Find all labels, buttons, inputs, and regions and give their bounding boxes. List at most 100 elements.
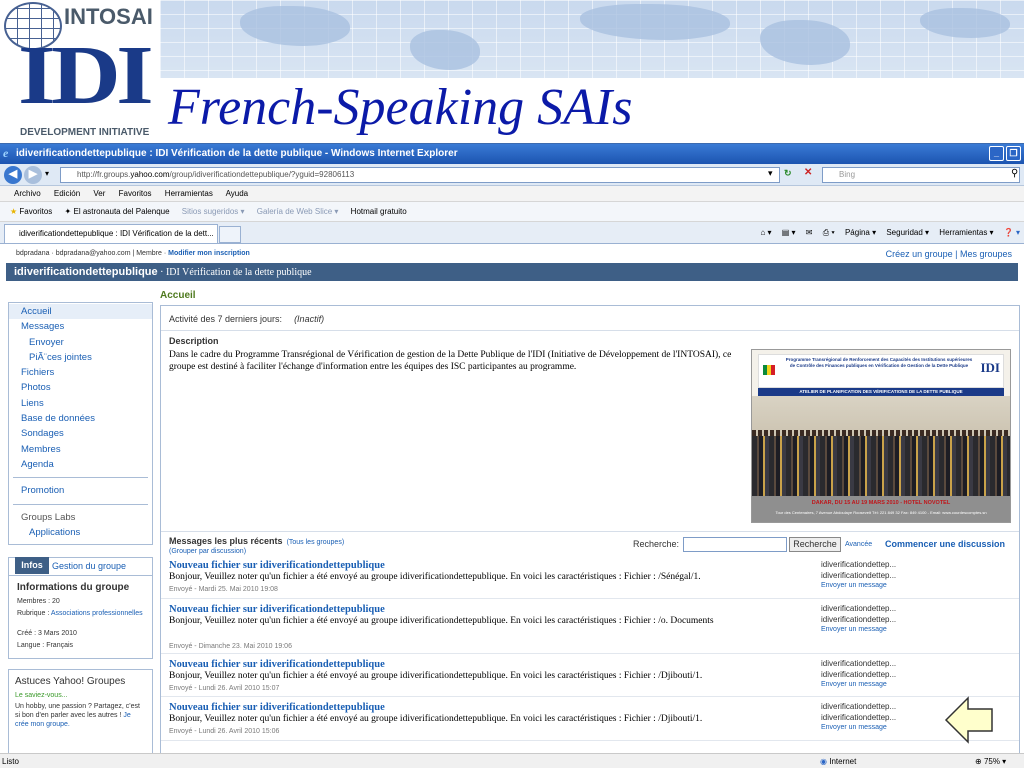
message-title[interactable]: Nouveau fichier sur idiverificationdette… bbox=[169, 659, 385, 670]
tab-gestion[interactable]: Gestion du groupe bbox=[52, 561, 126, 571]
cmd-page[interactable]: Página ▾ bbox=[845, 228, 876, 237]
senegal-flag-icon bbox=[763, 365, 775, 375]
rubrique-link[interactable]: Associations professionnelles bbox=[51, 610, 143, 617]
menu-bar: Archivo Edición Ver Favoritos Herramient… bbox=[0, 186, 1024, 202]
advanced-search-link[interactable]: Avancée bbox=[845, 541, 872, 548]
sidebar-item-applications[interactable]: Applications bbox=[9, 525, 152, 540]
message-title[interactable]: Nouveau fichier sur idiverificationdette… bbox=[169, 560, 385, 571]
sidebar-item-membres[interactable]: Membres bbox=[9, 442, 152, 457]
window-titlebar: e idiverificationdettepublique : IDI Vér… bbox=[0, 144, 1024, 164]
help-icon[interactable]: ❓ ▾ bbox=[1004, 228, 1020, 237]
tab-bar: idiverificationdettepublique : IDI Vérif… bbox=[0, 222, 1024, 244]
sidebar-item-agenda[interactable]: Agenda bbox=[9, 457, 152, 472]
sidebar-item-fichiers[interactable]: Fichiers bbox=[9, 365, 152, 380]
photo-subbanner: ATELIER DE PLANIFICATION DES VÉRIFICATIO… bbox=[758, 388, 1004, 396]
mail-icon[interactable]: ✉ bbox=[806, 228, 813, 237]
message-search-label: Recherche: bbox=[633, 539, 680, 549]
sidebar-item-liens[interactable]: Liens bbox=[9, 396, 152, 411]
home-icon[interactable]: ⌂ ▾ bbox=[760, 228, 771, 237]
search-input[interactable]: Bing bbox=[822, 167, 1020, 183]
menu-herramientas[interactable]: Herramientas bbox=[165, 189, 213, 198]
left-arrow-icon bbox=[944, 696, 993, 744]
start-discussion-link[interactable]: Commencer une discussion bbox=[885, 539, 1005, 549]
slide-title: French-Speaking SAIs bbox=[168, 79, 633, 136]
fav-item-hotmail[interactable]: Hotmail gratuito bbox=[351, 207, 407, 216]
message-author-id: idiverificationdettep... bbox=[821, 615, 897, 624]
favorites-button[interactable]: ★ Favoritos bbox=[10, 207, 52, 216]
info-rubrique: Rubrique : Associations professionnelles bbox=[17, 610, 143, 618]
send-message-link[interactable]: Envoyer un message bbox=[821, 681, 887, 688]
sidebar-nav: Accueil Messages Envoyer PiÃ¨ces jointes… bbox=[8, 302, 153, 546]
message-body: Bonjour, Veuillez noter qu'un fichier a … bbox=[169, 671, 703, 681]
message-title[interactable]: Nouveau fichier sur idiverificationdette… bbox=[169, 604, 385, 615]
cmd-tools[interactable]: Herramientas ▾ bbox=[939, 228, 993, 237]
message-date: Envoyé - Lundi 26. Avril 2010 15:07 bbox=[169, 685, 280, 692]
message-item: Nouveau fichier sur idiverificationdette… bbox=[161, 602, 1019, 650]
minimize-button[interactable]: _ bbox=[989, 146, 1004, 161]
send-message-link[interactable]: Envoyer un message bbox=[821, 626, 887, 633]
sidebar-item-messages[interactable]: Messages bbox=[9, 319, 152, 334]
sidebar-item-promotion[interactable]: Promotion bbox=[9, 483, 152, 498]
sidebar-item-pieces-jointes[interactable]: PiÃ¨ces jointes bbox=[9, 350, 152, 365]
menu-archivo[interactable]: Archivo bbox=[14, 189, 41, 198]
cmd-security[interactable]: Seguridad ▾ bbox=[886, 228, 929, 237]
message-item: Nouveau fichier sur idiverificationdette… bbox=[161, 558, 1019, 602]
back-icon[interactable]: ◀ bbox=[4, 166, 22, 184]
menu-ver[interactable]: Ver bbox=[93, 189, 105, 198]
zoom-level[interactable]: ⊕ 75% ▾ bbox=[975, 754, 1006, 768]
photo-banner: Programme Transrégional de Renforcement … bbox=[758, 354, 1004, 388]
message-author[interactable]: idiverificationdettep... bbox=[821, 560, 896, 569]
message-author[interactable]: idiverificationdettep... bbox=[821, 604, 896, 613]
info-title: Informations du groupe bbox=[17, 582, 130, 594]
stop-icon[interactable]: ✕ bbox=[804, 167, 812, 178]
world-map-banner bbox=[160, 0, 1024, 78]
tab-active[interactable]: idiverificationdettepublique : IDI Vérif… bbox=[4, 224, 218, 243]
user-bar: bdpradana · bdpradana@yahoo.com | Membre… bbox=[16, 248, 1012, 260]
page-content: bdpradana · bdpradana@yahoo.com | Membre… bbox=[0, 248, 1024, 753]
sidebar-item-base-de-donnees[interactable]: Base de données bbox=[9, 411, 152, 426]
description-label: Description bbox=[169, 336, 219, 346]
message-search-input[interactable] bbox=[683, 537, 787, 552]
tips-text: Un hobby, une passion ? Partagez, c'est … bbox=[15, 703, 140, 729]
sidebar-divider bbox=[13, 503, 148, 505]
forward-icon[interactable]: ▶ bbox=[24, 166, 42, 184]
fav-item-astronauta[interactable]: ✦ El astronauta del Palenque bbox=[65, 207, 170, 216]
logo-main: IDI bbox=[18, 29, 154, 122]
message-search-button[interactable]: Recherche bbox=[789, 537, 841, 552]
refresh-icon[interactable]: ↻ bbox=[784, 168, 792, 179]
fav-item-webslice[interactable]: Galería de Web Slice ▾ bbox=[257, 207, 339, 216]
sidebar-item-envoyer[interactable]: Envoyer bbox=[9, 335, 152, 350]
menu-favoritos[interactable]: Favoritos bbox=[119, 189, 152, 198]
new-tab-button[interactable] bbox=[219, 226, 241, 243]
url-input[interactable]: http://fr.groups.yahoo.com/group/idiveri… bbox=[60, 167, 780, 183]
send-message-link[interactable]: Envoyer un message bbox=[821, 582, 887, 589]
restore-button[interactable]: ❐ bbox=[1006, 146, 1021, 161]
browser-window: e idiverificationdettepublique : IDI Vér… bbox=[0, 143, 1024, 768]
group-name[interactable]: idiverificationdettepublique bbox=[14, 266, 158, 278]
tab-infos[interactable]: Infos bbox=[15, 557, 49, 575]
all-groups-link[interactable]: (Tous les groupes) bbox=[287, 539, 345, 546]
sidebar-item-accueil[interactable]: Accueil bbox=[9, 304, 152, 320]
url-dropdown-icon[interactable]: ▾ bbox=[768, 168, 773, 179]
message-item: Nouveau fichier sur idiverificationdette… bbox=[161, 700, 1019, 744]
message-title[interactable]: Nouveau fichier sur idiverificationdette… bbox=[169, 702, 385, 713]
send-message-link[interactable]: Envoyer un message bbox=[821, 724, 887, 731]
history-dropdown-icon[interactable]: ▾ bbox=[45, 169, 49, 178]
info-created: Créé : 3 Mars 2010 bbox=[17, 630, 77, 638]
feeds-icon[interactable]: ▤ ▾ bbox=[782, 228, 796, 237]
menu-edicion[interactable]: Edición bbox=[54, 189, 80, 198]
create-group-links[interactable]: Créez un groupe | Mes groupes bbox=[886, 248, 1012, 260]
message-author[interactable]: idiverificationdettep... bbox=[821, 659, 896, 668]
group-by-discussion-link[interactable]: (Grouper par discussion) bbox=[169, 548, 246, 555]
recent-messages-title: Messages les plus récents (Tous les group… bbox=[169, 536, 345, 546]
modify-subscription-link[interactable]: Modifier mon inscription bbox=[168, 250, 250, 257]
search-icon[interactable]: ⚲ bbox=[1011, 168, 1018, 179]
sidebar-item-sondages[interactable]: Sondages bbox=[9, 426, 152, 441]
sidebar-item-photos[interactable]: Photos bbox=[9, 380, 152, 395]
sidebar: Accueil Messages Envoyer PiÃ¨ces jointes… bbox=[8, 302, 153, 753]
message-author[interactable]: idiverificationdettep... bbox=[821, 702, 896, 711]
print-icon[interactable]: ⎙ ▾ bbox=[823, 228, 835, 237]
fav-item-sitios[interactable]: Sitios sugeridos ▾ bbox=[182, 207, 245, 216]
menu-ayuda[interactable]: Ayuda bbox=[226, 189, 249, 198]
security-zone: ◉ Internet bbox=[820, 757, 857, 766]
